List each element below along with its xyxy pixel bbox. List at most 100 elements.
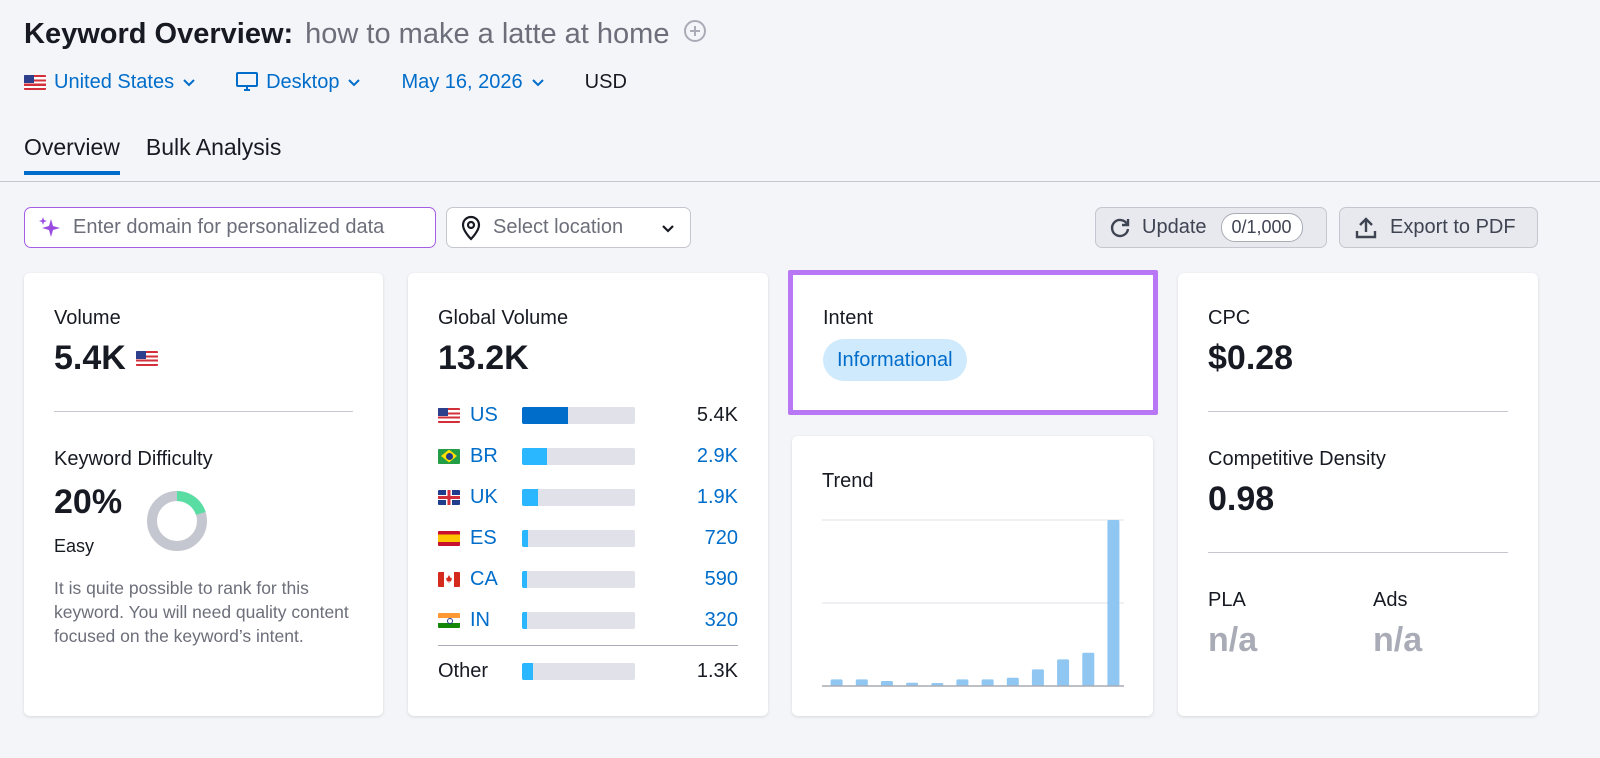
add-circle-icon[interactable] <box>683 19 707 43</box>
uk-flag-icon <box>438 489 460 505</box>
intent-card: Intent Informational <box>788 270 1158 415</box>
location-placeholder: Select location <box>493 216 624 238</box>
in-flag-icon <box>438 612 460 628</box>
trend-bar[interactable] <box>855 679 868 686</box>
global-volume-value: 13.2K <box>438 339 529 377</box>
divider <box>1208 411 1508 412</box>
trend-bar[interactable] <box>1082 652 1095 686</box>
volume-value-row: 5.4K <box>54 339 158 378</box>
country-select[interactable]: United States <box>24 71 196 94</box>
share-bar <box>522 488 635 506</box>
trend-bar[interactable] <box>1107 520 1120 686</box>
country-row-br: BR 2.9K <box>438 444 738 468</box>
trend-bar[interactable] <box>981 679 994 686</box>
country-row-other: Other 1.3K <box>438 659 738 683</box>
intent-label: Intent <box>823 307 874 329</box>
country-volume[interactable]: 1.9K <box>635 486 738 509</box>
device-label: Desktop <box>266 70 340 93</box>
chevron-down-icon <box>531 79 544 87</box>
export-pdf-button[interactable]: Export to PDF <box>1339 207 1538 248</box>
device-select[interactable]: Desktop <box>236 71 361 94</box>
country-row-ca: CA 590 <box>438 567 738 591</box>
export-label: Export to PDF <box>1390 216 1516 238</box>
us-flag-icon <box>438 407 460 423</box>
sparkle-icon <box>39 216 60 237</box>
share-bar <box>522 406 635 424</box>
trend-chart <box>822 519 1124 687</box>
title-row: Keyword Overview: how to make a latte at… <box>24 14 707 54</box>
share-bar-fill <box>522 611 527 629</box>
country-volume: 5.4K <box>696 403 738 426</box>
country-row-uk: UK 1.9K <box>438 485 738 509</box>
update-button[interactable]: Update 0/1,000 <box>1095 207 1327 248</box>
divider <box>438 645 738 646</box>
competitive-density-label: Competitive Density <box>1208 448 1386 470</box>
other-volume: 1.3K <box>696 659 738 682</box>
divider <box>54 411 353 412</box>
currency-label: USD <box>584 70 627 93</box>
date-select[interactable]: May 16, 2026 <box>401 71 544 94</box>
country-code[interactable]: UK <box>470 486 522 509</box>
country-volume[interactable]: 2.9K <box>635 445 738 468</box>
trend-bar[interactable] <box>830 679 843 686</box>
country-volume[interactable]: 320 <box>635 609 738 632</box>
upload-icon <box>1355 216 1377 238</box>
chevron-down-icon <box>183 79 195 87</box>
trend-bar[interactable] <box>956 679 969 686</box>
kd-label: Keyword Difficulty <box>54 448 213 470</box>
us-flag-icon <box>135 351 158 366</box>
trend-bar[interactable] <box>1006 677 1019 686</box>
country-code[interactable]: BR <box>470 445 522 468</box>
intent-badge[interactable]: Informational <box>823 339 967 381</box>
share-bar <box>522 570 635 588</box>
share-bar-fill <box>522 488 538 506</box>
update-label: Update <box>1142 216 1207 238</box>
country-label: United States <box>54 70 175 93</box>
pla-value: n/a <box>1208 621 1258 659</box>
filters-row: United States Desktop May 16, 2026 USD <box>24 66 627 98</box>
location-select[interactable]: Select location <box>446 207 691 248</box>
share-bar-fill <box>522 662 534 680</box>
kd-level: Easy <box>54 536 95 556</box>
kd-donut-chart <box>147 491 207 551</box>
ads-label: Ads <box>1373 589 1408 611</box>
country-code[interactable]: CA <box>470 568 522 591</box>
trend-bar[interactable] <box>1057 659 1070 686</box>
es-flag-icon <box>438 530 460 546</box>
tab-overview[interactable]: Overview <box>24 134 120 175</box>
share-bar-fill <box>522 447 547 465</box>
other-label: Other <box>438 659 489 682</box>
tab-bulk-analysis[interactable]: Bulk Analysis <box>146 134 282 175</box>
ads-value: n/a <box>1373 621 1423 659</box>
domain-input-wrapper <box>24 207 436 248</box>
update-counter-badge: 0/1,000 <box>1220 213 1303 242</box>
country-volume[interactable]: 590 <box>635 568 738 591</box>
share-bar-fill <box>522 570 528 588</box>
volume-card: Volume 5.4K Keyword Difficulty 20% Easy … <box>24 273 383 716</box>
country-code[interactable]: IN <box>470 609 522 632</box>
br-flag-icon <box>438 448 460 464</box>
cpc-value: $0.28 <box>1208 339 1294 377</box>
share-bar <box>522 662 635 680</box>
trend-label: Trend <box>822 470 874 492</box>
tabs-divider <box>0 181 1600 182</box>
country-row-in: IN 320 <box>438 608 738 632</box>
share-bar <box>522 529 635 547</box>
divider <box>1208 552 1508 553</box>
keyword-title: how to make a latte at home <box>305 17 670 50</box>
country-code[interactable]: US <box>470 404 522 427</box>
global-volume-label: Global Volume <box>438 307 569 329</box>
share-bar-fill <box>522 529 529 547</box>
page-title: Keyword Overview: <box>24 17 294 50</box>
ca-flag-icon <box>438 571 460 587</box>
cpc-label: CPC <box>1208 307 1251 329</box>
trend-bar[interactable] <box>1031 669 1044 686</box>
share-bar <box>522 611 635 629</box>
global-volume-card: Global Volume 13.2K US 5.4K BR 2.9K UK 1… <box>408 273 768 716</box>
tab-bar: Overview Bulk Analysis <box>24 134 281 175</box>
volume-value: 5.4K <box>54 339 126 377</box>
country-volume[interactable]: 720 <box>635 527 738 550</box>
share-bar <box>522 447 635 465</box>
country-code[interactable]: ES <box>470 527 522 550</box>
domain-input[interactable] <box>73 216 423 239</box>
